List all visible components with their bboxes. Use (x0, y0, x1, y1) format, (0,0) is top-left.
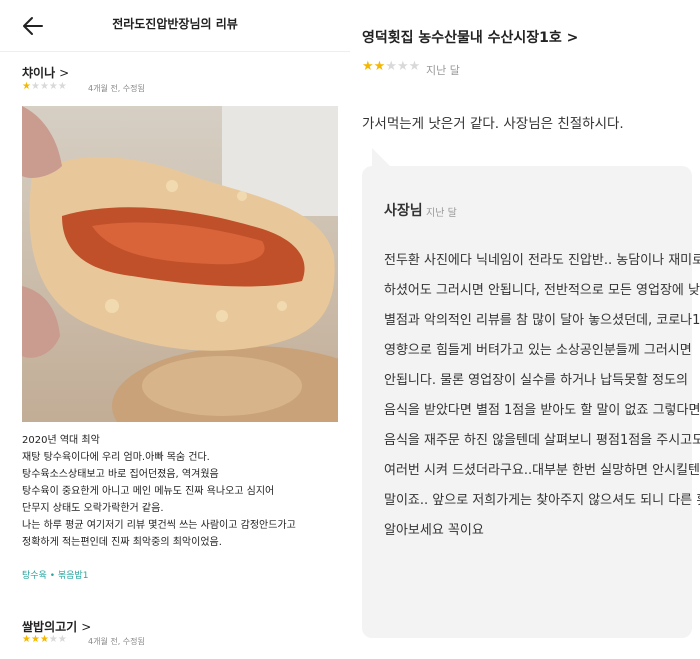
reviewer-name: 챠이나 (22, 66, 56, 80)
star-empty-icon: ★ (48, 634, 58, 645)
review-line: 탕수육소스상태보고 바로 집어던졌음, 역겨웠음 (22, 469, 219, 480)
store-name-link[interactable]: 영덕횟집 농수산물내 수산시장1호 > (362, 27, 578, 47)
star-empty-icon: ★ (385, 59, 397, 74)
reply-line: 영향으로 힘들게 버텨가고 있는 소상공인분들께 그러시면 (384, 343, 692, 358)
owner-name: 사장님 (384, 203, 423, 219)
star-filled-icon: ★ (362, 59, 374, 74)
right-review-panel: 영덕횟집 농수산물내 수산시장1호 > ★★★★★ 지난 달 가서먹는게 낫은거… (350, 0, 700, 659)
star-filled-icon: ★ (373, 59, 386, 74)
star-rating: ★★★★★ (22, 634, 67, 645)
chevron-right-icon: > (59, 66, 70, 80)
ordered-menu-tags[interactable]: 탕수육 • 볶음밥1 (22, 568, 88, 581)
review-line: 나는 하루 평균 여기저기 리뷰 몇건씩 쓰는 사람이고 감정안드가고 (22, 520, 296, 531)
star-empty-icon: ★ (57, 81, 67, 92)
review-line: 재탕 탕수육이다에 우리 엄마.아빠 목숨 건다. (22, 452, 210, 463)
review-meta: 4개월 전, 수정됨 (88, 637, 145, 646)
owner-reply-text: 전두환 사진에다 닉네임이 전라도 진압반.. 농담이나 재미로 하셨어도 그러… (384, 246, 700, 546)
review-line: 2020년 역대 최악 (22, 435, 100, 446)
food-photo[interactable] (22, 106, 338, 422)
reply-line: 전두환 사진에다 닉네임이 전라도 진압반.. 농담이나 재미로 (384, 253, 700, 268)
star-filled-icon: ★ (22, 81, 31, 92)
star-empty-icon: ★ (39, 81, 49, 92)
left-review-panel: 전라도진압반장님의 리뷰 챠이나 > ★★★★★ 4개월 전, 수정됨 2020… (0, 0, 350, 659)
reviewer-name: 쌀밥의고기 (22, 620, 78, 634)
star-rating: ★★★★★ (22, 81, 67, 92)
review-meta: 4개월 전, 수정됨 (88, 84, 145, 93)
review-body: 가서먹는게 낫은거 같다. 사장님은 친절하시다. (362, 116, 624, 132)
owner-reply-time: 지난 달 (426, 208, 457, 219)
star-empty-icon: ★ (30, 81, 40, 92)
reply-line: 여러번 시켜 드셨더라구요..대부분 한번 실망하면 안시킬텐데 (384, 463, 700, 478)
star-filled-icon: ★ (22, 634, 31, 645)
chevron-right-icon: > (81, 620, 92, 634)
review-line: 단무지 상태도 오락가락한거 같음. (22, 503, 164, 514)
star-filled-icon: ★ (30, 634, 40, 645)
reply-bubble-tail (372, 148, 392, 168)
star-rating: ★★★★★ (362, 59, 420, 74)
star-empty-icon: ★ (396, 59, 409, 74)
header-bar: 전라도진압반장님의 리뷰 (0, 0, 350, 52)
star-empty-icon: ★ (408, 59, 421, 74)
review-meta: 지난 달 (426, 64, 460, 77)
page-title: 전라도진압반장님의 리뷰 (112, 17, 238, 31)
reply-line: 음식을 재주문 하진 않을텐데 살펴보니 평점1점을 주시고도 (384, 433, 700, 448)
reply-line: 알아보세요 꼭이요 (384, 523, 484, 538)
star-filled-icon: ★ (39, 634, 49, 645)
review-body: 2020년 역대 최악 재탕 탕수육이다에 우리 엄마.아빠 목숨 건다. 탕수… (22, 432, 342, 551)
reviewer-name-link[interactable]: 챠이나 > (22, 64, 69, 81)
reply-line: 별점과 악의적인 리뷰를 참 많이 달아 놓으셨던데, 코로나19 (384, 313, 700, 328)
fried-pork-image (22, 106, 338, 422)
owner-reply-bubble: 사장님 지난 달 전두환 사진에다 닉네임이 전라도 진압반.. 농담이나 재미… (362, 166, 700, 638)
reply-line: 음식을 받았다면 별점 1점을 받아도 할 말이 없죠 그렇다면 (384, 403, 700, 418)
reviewer-name-link[interactable]: 쌀밥의고기 > (22, 618, 91, 635)
review-line: 정확하게 적는편인데 진짜 최악중의 최악이었음. (22, 537, 222, 548)
star-empty-icon: ★ (48, 81, 58, 92)
star-empty-icon: ★ (57, 634, 67, 645)
review-line: 탕수육이 중요한게 아니고 메인 메뉴도 진짜 욕나오고 심지어 (22, 486, 275, 497)
reply-line: 말이죠.. 앞으로 저희가게는 찾아주지 않으셔도 되니 다른 횟집 (384, 493, 700, 508)
reply-line: 하셨어도 그러시면 안됩니다, 전반적으로 모든 영업장에 낮은 (384, 283, 700, 298)
reply-line: 안됩니다. 물론 영업장이 실수를 하거나 납득못할 정도의 (384, 373, 689, 388)
